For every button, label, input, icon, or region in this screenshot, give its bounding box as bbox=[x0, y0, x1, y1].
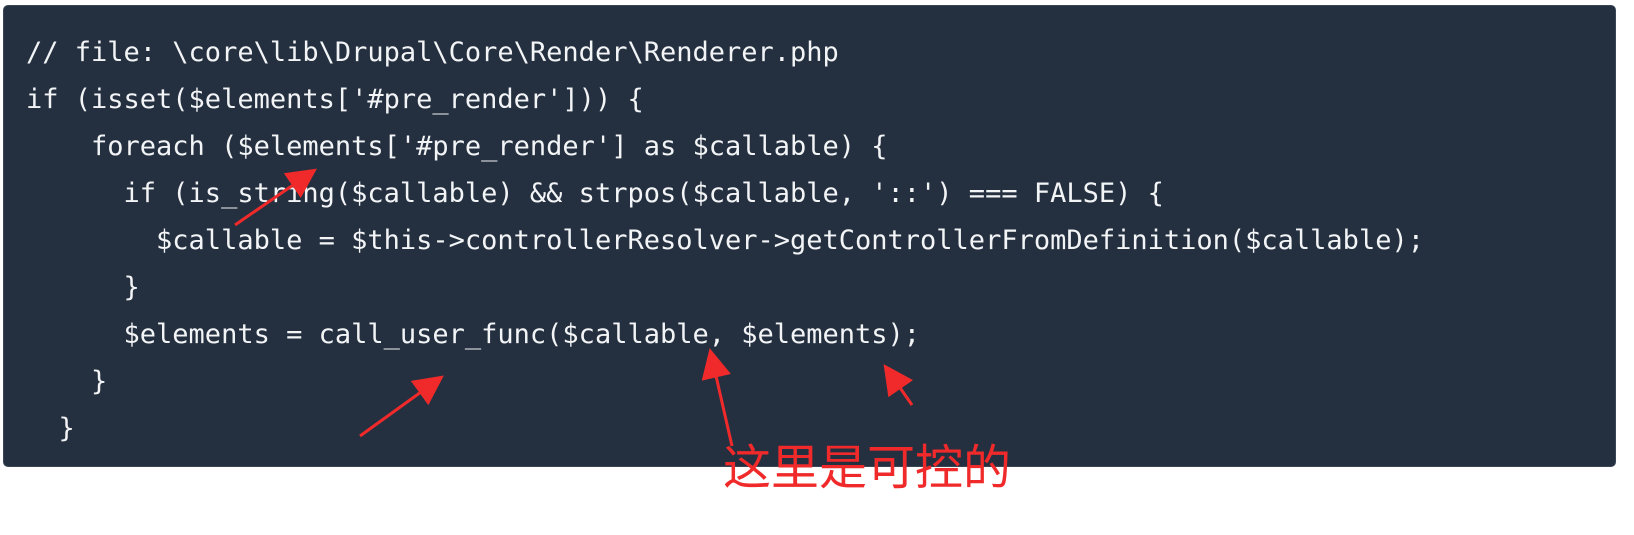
code-line-close-if: } bbox=[26, 272, 140, 303]
controllable-annotation: 这里是可控的 bbox=[723, 440, 1012, 496]
code-line-controller-resolver: $callable = $this->controllerResolver->g… bbox=[26, 225, 1424, 256]
code-line-foreach-pre-render: foreach ($elements['#pre_render'] as $ca… bbox=[26, 131, 888, 162]
code-line-isset-pre-render: if (isset($elements['#pre_render'])) { bbox=[26, 84, 644, 115]
code-line-close-foreach: } bbox=[26, 366, 108, 397]
code-line-file-comment: // file: \core\lib\Drupal\Core\Render\Re… bbox=[26, 37, 839, 68]
code-line-close-outer-if: } bbox=[26, 413, 75, 444]
code-block: // file: \core\lib\Drupal\Core\Render\Re… bbox=[3, 5, 1616, 467]
code-line-call-user-func: $elements = call_user_func($callable, $e… bbox=[26, 319, 921, 350]
code-line-is-string-check: if (is_string($callable) && strpos($call… bbox=[26, 178, 1164, 209]
